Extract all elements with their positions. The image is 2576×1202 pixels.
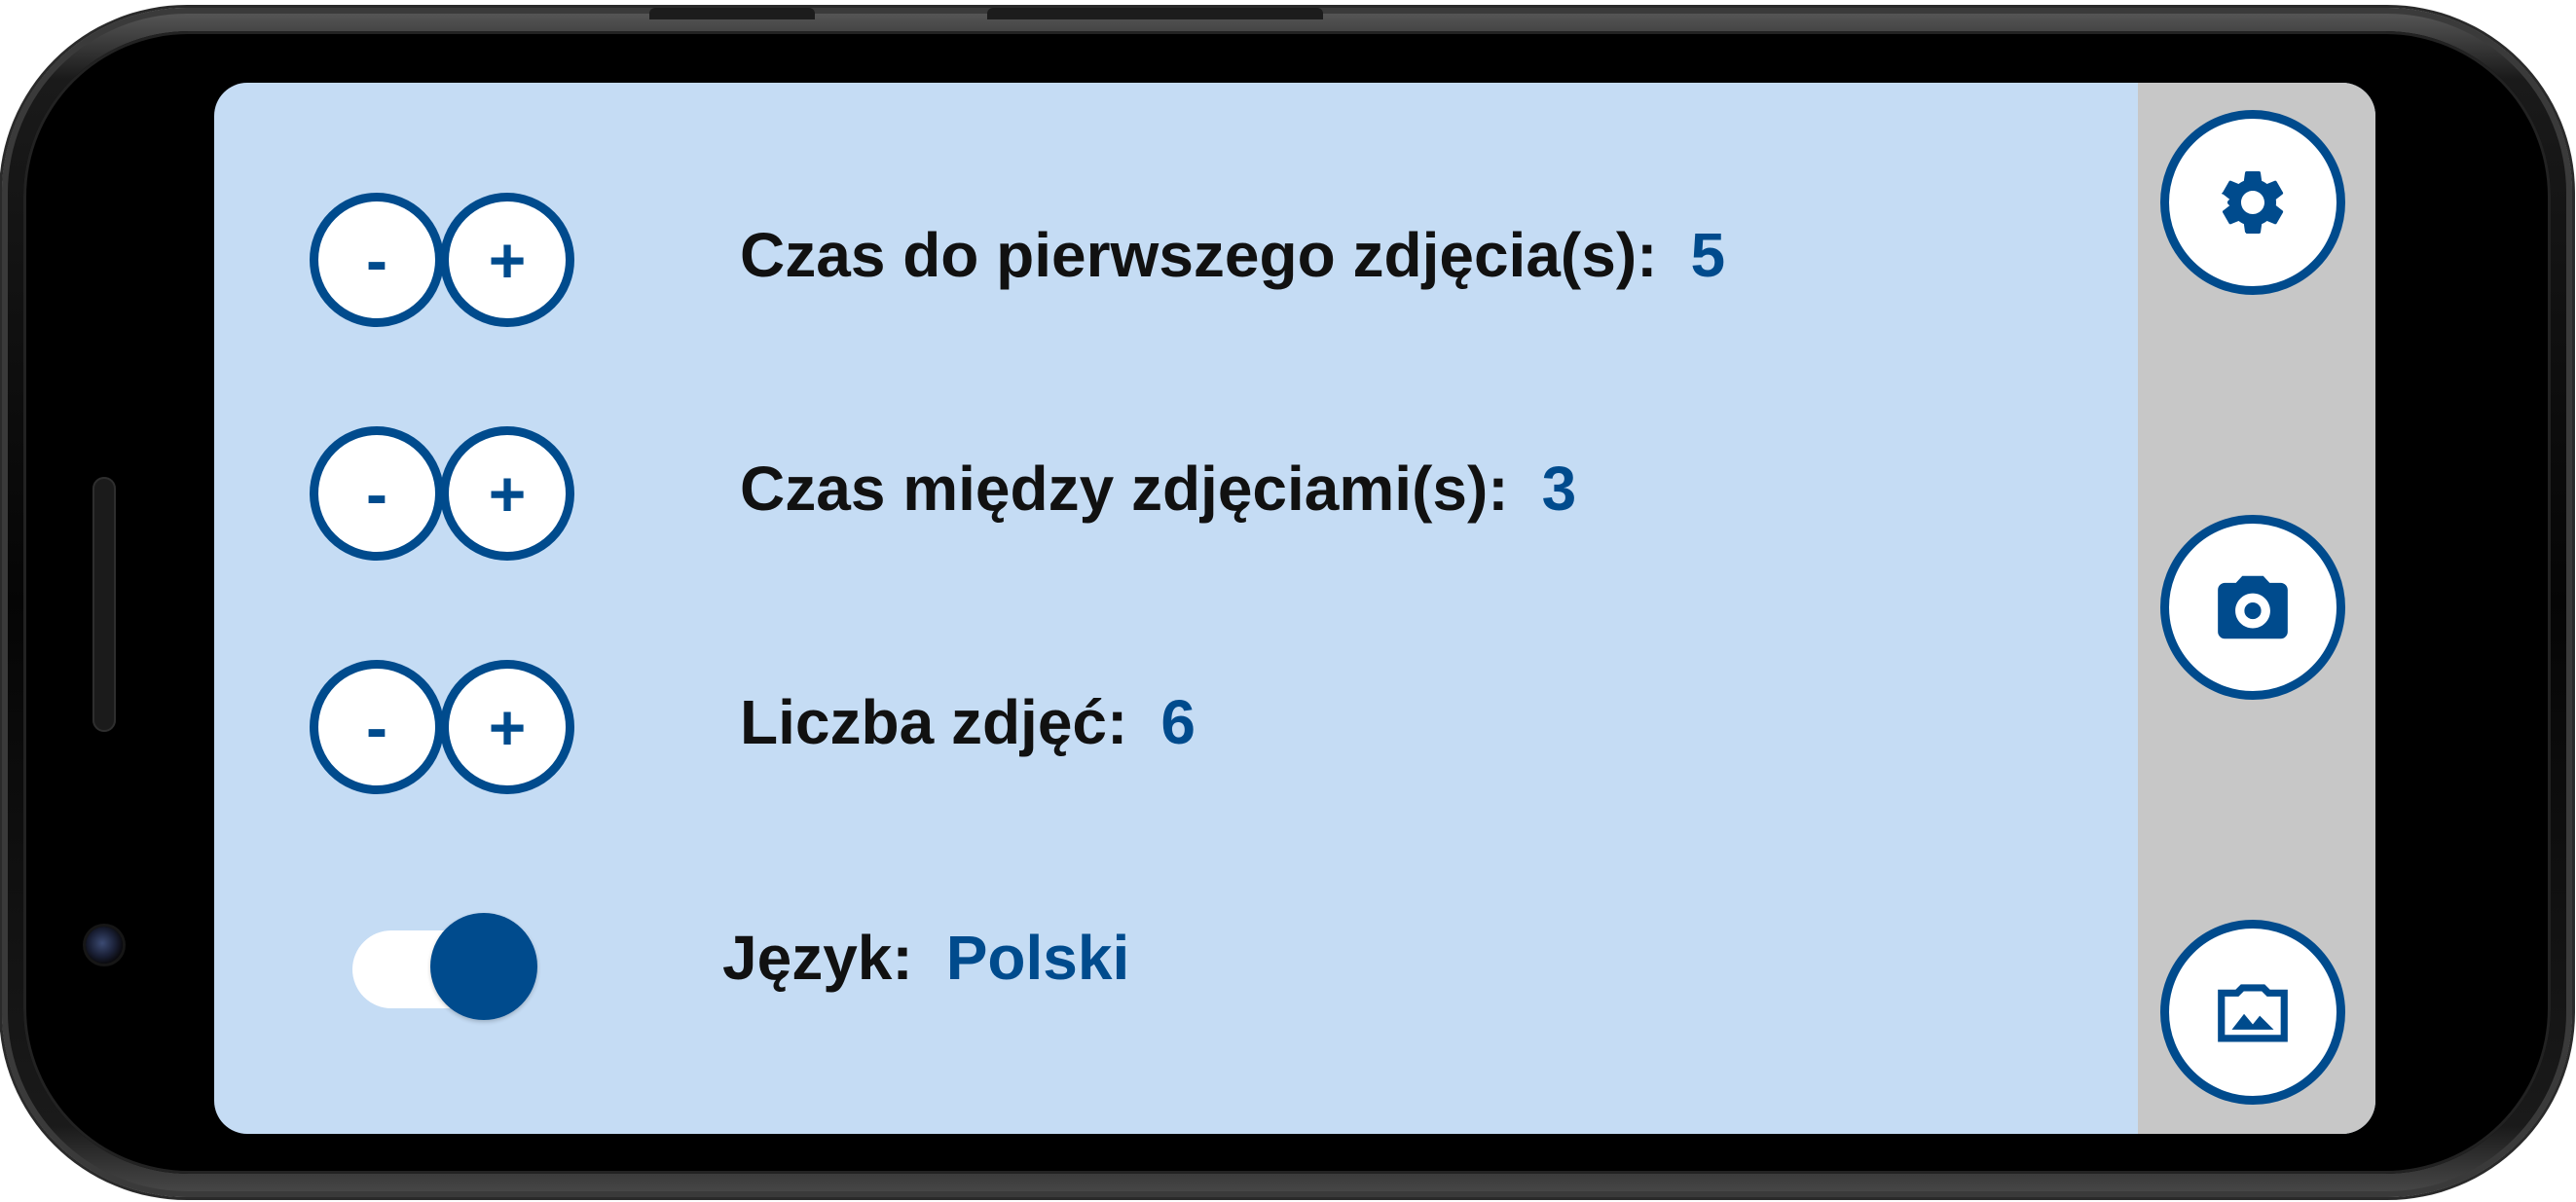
camera-button[interactable] <box>2160 515 2345 700</box>
camera-icon <box>2218 575 2288 639</box>
volume-button <box>987 8 1323 19</box>
photo-count-increment-button[interactable]: + <box>440 660 574 794</box>
toggle-thumb <box>430 913 537 1020</box>
interval-decrement-button[interactable]: - <box>310 426 444 561</box>
interval-row: Czas między zdjęciami(s): 3 <box>740 453 1576 525</box>
gallery-icon <box>2218 984 2288 1042</box>
first-photo-delay-value: 5 <box>1690 220 1726 290</box>
gear-icon <box>2221 170 2284 234</box>
photo-count-row: Liczba zdjęć: 6 <box>740 686 1196 758</box>
earpiece-speaker <box>92 477 116 732</box>
interval-increment-button[interactable]: + <box>440 426 574 561</box>
first-photo-delay-row: Czas do pierwszego zdjęcia(s): 5 <box>740 219 1725 291</box>
gallery-button[interactable] <box>2160 920 2345 1105</box>
language-label: Język: <box>722 923 913 993</box>
app-screen: - + Czas do pierwszego zdjęcia(s): 5 - +… <box>214 83 2375 1134</box>
interval-label: Czas między zdjęciami(s): <box>740 454 1509 524</box>
first-photo-delay-decrement-button[interactable]: - <box>310 193 444 327</box>
first-photo-delay-label: Czas do pierwszego zdjęcia(s): <box>740 220 1658 290</box>
interval-value: 3 <box>1541 454 1577 524</box>
first-photo-delay-increment-button[interactable]: + <box>440 193 574 327</box>
power-button <box>649 8 815 19</box>
photo-count-decrement-button[interactable]: - <box>310 660 444 794</box>
language-toggle[interactable] <box>352 904 537 1037</box>
photo-count-label: Liczba zdjęć: <box>740 687 1128 757</box>
front-camera <box>86 927 123 964</box>
photo-count-value: 6 <box>1160 687 1196 757</box>
language-value: Polski <box>945 923 1130 993</box>
settings-button[interactable] <box>2160 110 2345 295</box>
language-row: Język: Polski <box>722 922 1129 994</box>
